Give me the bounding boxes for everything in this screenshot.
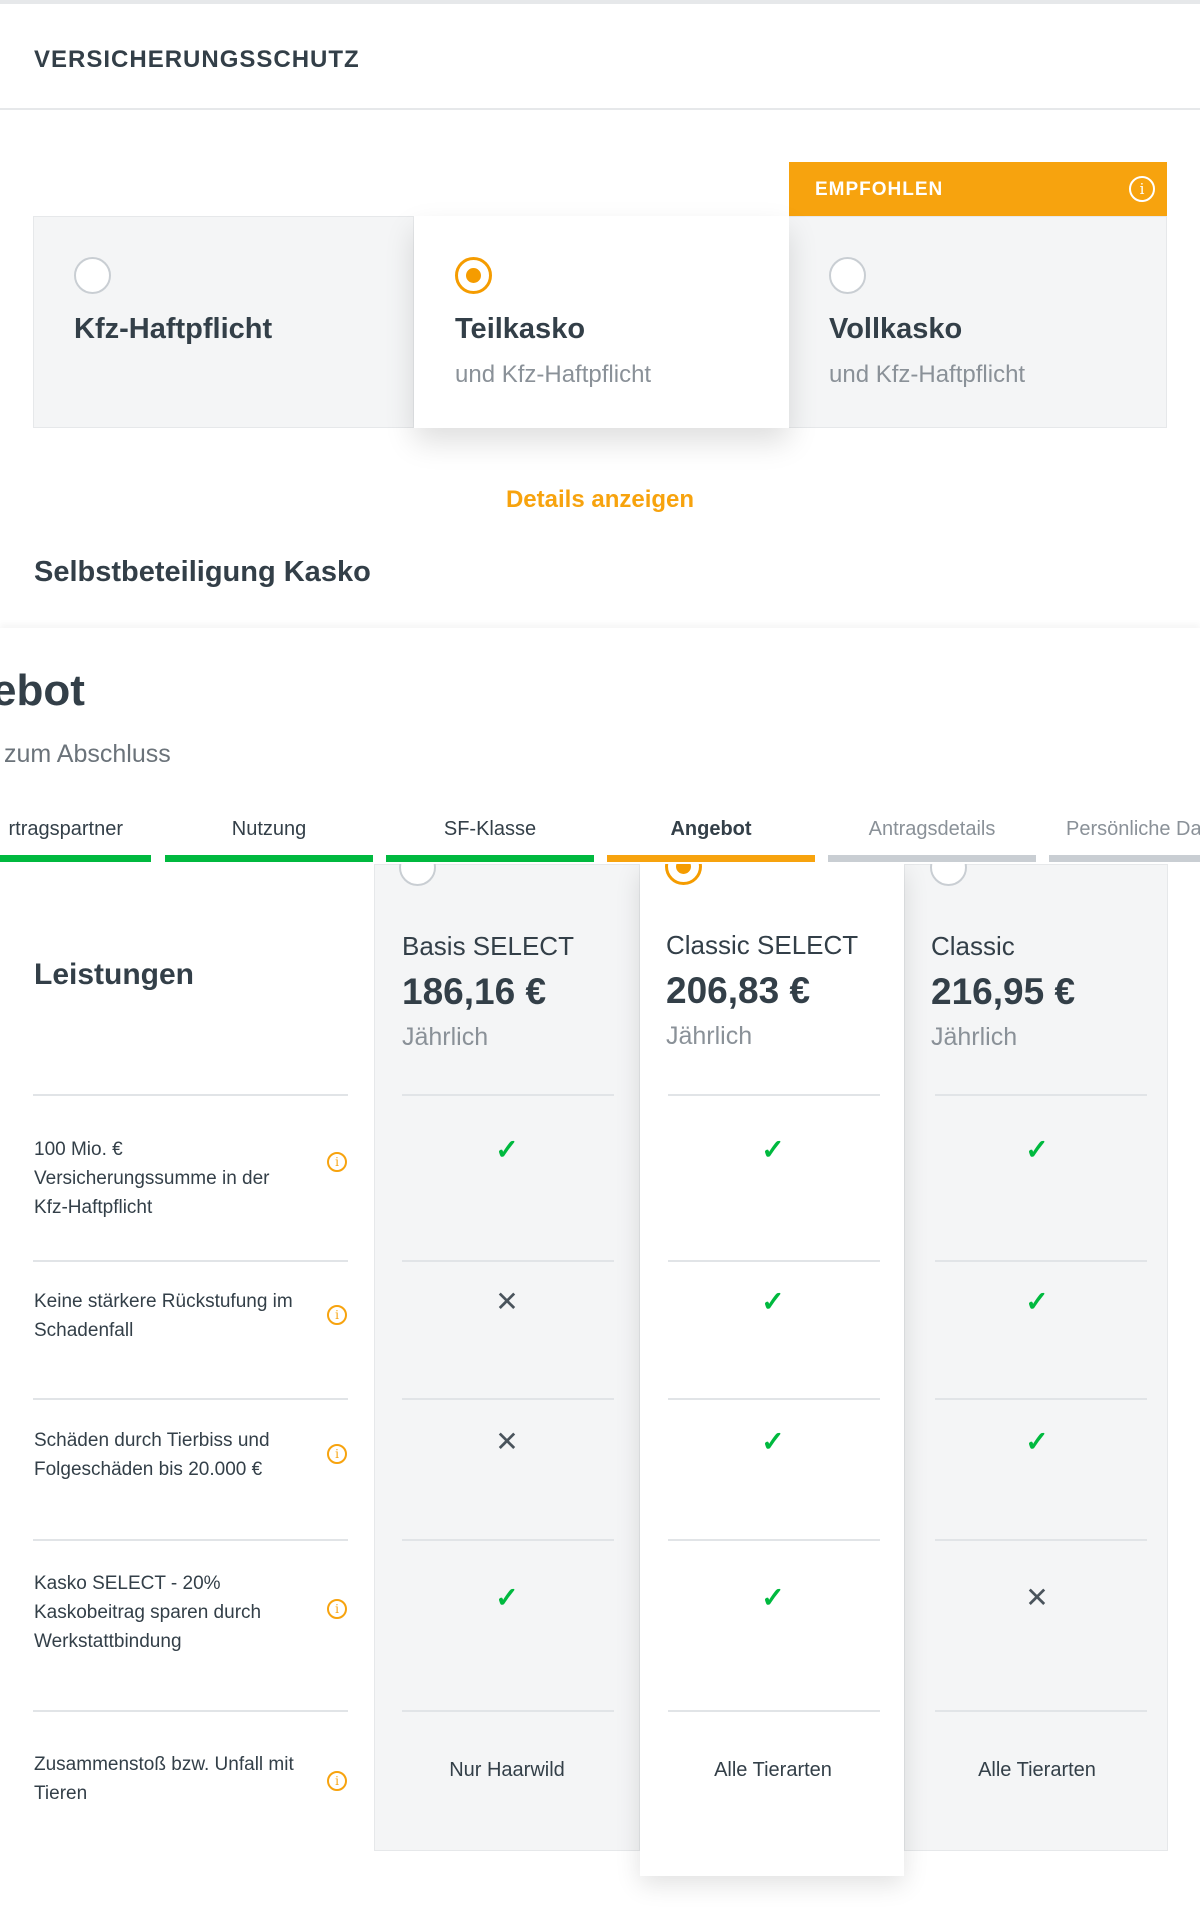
info-icon[interactable]: i [327, 1771, 347, 1791]
row-divider [935, 1094, 1147, 1096]
step-sf-klasse[interactable]: SF-Klasse [386, 818, 594, 862]
feature-label: 100 Mio. € Versicherungssumme in der Kfz… [34, 1139, 270, 1218]
feature-value: Alle Tierarten [714, 1759, 832, 1781]
feature-label: Zusammenstoß bzw. Unfall mit Tieren [34, 1754, 294, 1804]
details-link[interactable]: Details anzeigen [0, 486, 1200, 514]
tariff-name: Basis SELECT [402, 931, 574, 961]
check-icon: ✓ [1025, 1426, 1049, 1457]
step-label: SF-Klasse [443, 818, 537, 840]
coverage-option-teilkasko[interactable]: Teilkasko und Kfz-Haftpflicht [414, 216, 789, 428]
step-progress-bar [1049, 855, 1200, 862]
step-progress-bar [165, 855, 373, 862]
check-icon: ✓ [761, 1426, 785, 1457]
step-antragsdetails[interactable]: Antragsdetails [828, 818, 1036, 862]
row-divider [33, 1094, 348, 1096]
step-angebot[interactable]: Angebot [607, 818, 815, 862]
row-divider [668, 1710, 880, 1712]
step-label: Antragsdetails [868, 818, 996, 840]
coverage-option-haftpflicht[interactable]: Kfz-Haftpflicht [33, 216, 414, 428]
tariff-comparison-table: Basis SELECT 186,16 € Jährlich Classic S… [0, 848, 1200, 1909]
coverage-option-subtitle: und Kfz-Haftpflicht [829, 361, 1026, 388]
row-divider [402, 1710, 614, 1712]
row-divider [935, 1260, 1147, 1262]
row-divider [402, 1398, 614, 1400]
section-header: VERSICHERUNGSSCHUTZ [0, 4, 1200, 110]
step-progress-bar [607, 855, 815, 862]
page-subheading: zum Abschluss [4, 740, 171, 768]
row-divider [402, 1539, 614, 1541]
tariff-column-classic[interactable]: Classic 216,95 € Jährlich [904, 849, 1168, 1851]
feature-label: Schäden durch Tierbiss und Folgeschäden … [34, 1430, 270, 1480]
tariff-period: Jährlich [402, 1023, 489, 1051]
row-divider [935, 1710, 1147, 1712]
offer-header: ebot zum Abschluss rtragspartner Nutzung… [0, 628, 1200, 864]
check-icon: ✓ [1025, 1286, 1049, 1317]
check-icon: ✓ [761, 1582, 785, 1613]
feature-value: Alle Tierarten [978, 1759, 1096, 1781]
step-label: rtragspartner [8, 818, 124, 840]
step-persoenliche-daten[interactable]: Persönliche Da [1049, 818, 1200, 862]
deductible-heading: Selbstbeteiligung Kasko [34, 556, 371, 588]
recommended-badge-label: EMPFOHLEN [815, 179, 944, 200]
tariff-period: Jährlich [666, 1022, 753, 1050]
cross-icon: ✕ [495, 1426, 519, 1457]
check-icon: ✓ [761, 1286, 785, 1317]
row-divider [33, 1260, 348, 1262]
row-divider [402, 1094, 614, 1096]
coverage-option-title: Kfz-Haftpflicht [74, 313, 273, 345]
row-divider [33, 1539, 348, 1541]
info-icon[interactable]: i [327, 1305, 347, 1325]
row-divider [935, 1398, 1147, 1400]
step-vertragspartner[interactable]: rtragspartner [0, 818, 151, 862]
row-divider [402, 1260, 614, 1262]
check-icon: ✓ [1025, 1134, 1049, 1165]
radio-button[interactable] [829, 257, 866, 294]
feature-value: Nur Haarwild [449, 1759, 565, 1781]
step-nutzung[interactable]: Nutzung [165, 818, 373, 862]
info-icon[interactable]: i [327, 1599, 347, 1619]
step-progress-bar [0, 855, 151, 862]
radio-button[interactable] [74, 257, 111, 294]
coverage-option-title: Teilkasko [455, 313, 586, 345]
row-divider [668, 1260, 880, 1262]
tariff-period: Jährlich [931, 1023, 1018, 1051]
section-title: VERSICHERUNGSSCHUTZ [34, 46, 360, 73]
page-heading: ebot [0, 666, 85, 715]
step-progress-bar [828, 855, 1036, 862]
tariff-price: 206,83 € [666, 970, 811, 1011]
tariff-price: 186,16 € [402, 971, 547, 1012]
coverage-option-title: Vollkasko [829, 313, 963, 345]
tariff-name: Classic [931, 931, 1015, 961]
feature-label: Kasko SELECT - 20% Kaskobeitrag sparen d… [34, 1573, 262, 1652]
row-divider [33, 1710, 348, 1712]
row-divider [935, 1539, 1147, 1541]
radio-button-selected[interactable] [455, 257, 492, 294]
row-divider [668, 1398, 880, 1400]
check-icon: ✓ [495, 1582, 519, 1613]
cross-icon: ✕ [495, 1286, 519, 1317]
feature-label: Keine stärkere Rückstufung im Schadenfal… [34, 1291, 293, 1341]
tariff-price: 216,95 € [931, 971, 1076, 1012]
check-icon: ✓ [761, 1134, 785, 1165]
step-label: Persönliche Da [1066, 818, 1200, 840]
coverage-option-subtitle: und Kfz-Haftpflicht [455, 361, 652, 388]
coverage-selector: EMPFOHLEN i Kfz-Haftpflicht Teilkasko un… [0, 110, 1200, 628]
features-title: Leistungen [34, 958, 195, 991]
check-icon: ✓ [495, 1134, 519, 1165]
tariff-column-classic-select[interactable]: Classic SELECT 206,83 € Jährlich [640, 848, 904, 1876]
info-icon[interactable]: i [327, 1152, 347, 1172]
cross-icon: ✕ [1025, 1582, 1049, 1613]
tariff-name: Classic SELECT [666, 930, 859, 960]
row-divider [668, 1539, 880, 1541]
coverage-option-vollkasko[interactable]: Vollkasko und Kfz-Haftpflicht [789, 216, 1167, 428]
info-icon[interactable]: i [327, 1444, 347, 1464]
step-progress-bar [386, 855, 594, 862]
recommended-badge: EMPFOHLEN i [789, 162, 1167, 216]
step-label: Nutzung [231, 818, 307, 840]
row-divider [668, 1094, 880, 1096]
tariff-column-basis-select[interactable]: Basis SELECT 186,16 € Jährlich [374, 849, 640, 1851]
info-icon[interactable]: i [1129, 176, 1155, 202]
step-label: Angebot [670, 818, 752, 840]
row-divider [33, 1398, 348, 1400]
